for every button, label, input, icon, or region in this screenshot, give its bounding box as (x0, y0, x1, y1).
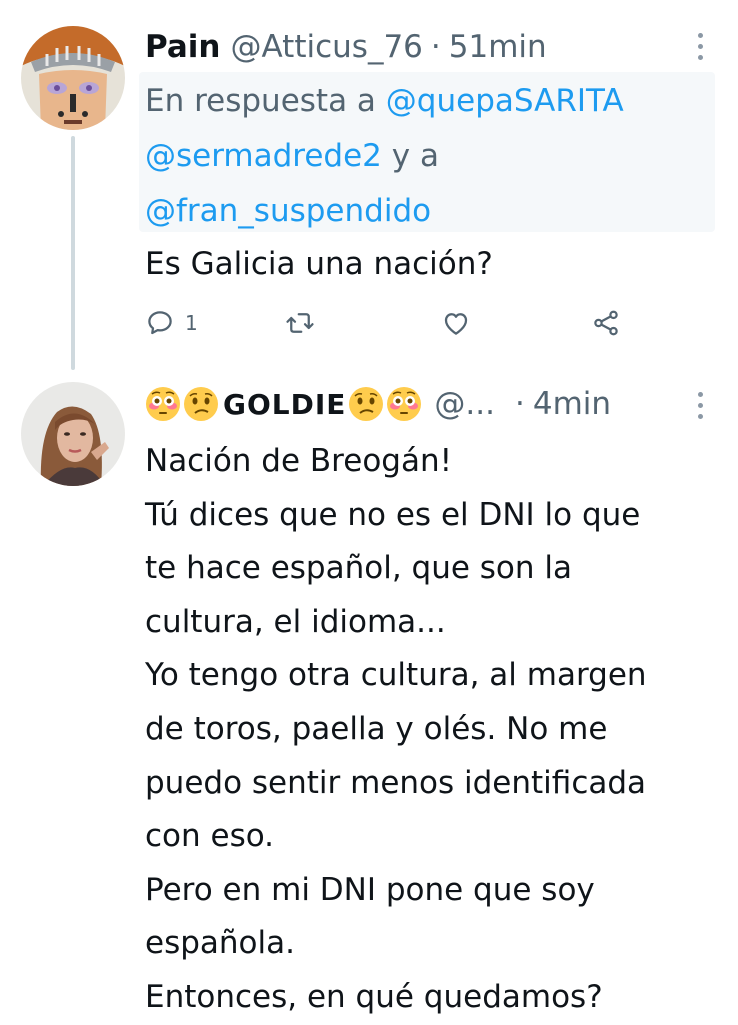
text-line: con eso. (145, 818, 275, 855)
like-icon (444, 313, 468, 335)
text-line: de toros, paella y olés. No me (145, 710, 608, 747)
flushed-face-icon (386, 386, 422, 422)
text-line: te hace español, que son la (145, 550, 573, 587)
mention-quepasarita[interactable]: @quepaSARITA (386, 83, 624, 119)
text-line: Tú dices que no es el DNI lo que (145, 496, 641, 533)
separator-dot: · (514, 386, 525, 422)
author-display-name: GOLDIE (223, 387, 347, 421)
author-handle[interactable]: @... (434, 386, 495, 422)
share-icon (594, 310, 618, 336)
reply-and: y a (391, 138, 439, 174)
reply-icon (148, 311, 172, 335)
tweet-pain[interactable]: Pain @Atticus_76 · 51min En respuesta a … (0, 0, 738, 370)
text-line: Yo tengo otra cultura, al margen (145, 657, 647, 694)
tweet-actions: 1 (145, 303, 625, 343)
tweet-header: GOLDIE @... · 4min (145, 384, 611, 424)
mention-sermadrede2[interactable]: @sermadrede2 (145, 138, 382, 174)
more-options-icon[interactable] (694, 392, 706, 419)
timestamp[interactable]: 4min (533, 386, 611, 422)
text-line: puedo sentir menos identificada (145, 764, 647, 801)
share-button[interactable] (591, 303, 621, 343)
mention-fran-suspendido[interactable]: @fran_suspendido (145, 193, 431, 229)
tweet-header: Pain @Atticus_76 · 51min (145, 27, 547, 67)
retweet-button[interactable] (285, 303, 315, 343)
confused-face-icon (183, 386, 219, 422)
tweet-goldie[interactable]: GOLDIE @... · 4min Nación de Breogán! Tú… (0, 370, 738, 1024)
text-line: Nación de Breogán! (145, 443, 453, 479)
reply-button[interactable]: 1 (145, 303, 198, 343)
reply-context: En respuesta a @quepaSARITA @sermadrede2… (145, 74, 725, 239)
author-handle[interactable]: @Atticus_76 (231, 29, 423, 65)
confused-face-icon (348, 386, 384, 422)
author-name[interactable]: Pain (145, 29, 221, 65)
timestamp[interactable]: 51min (449, 29, 547, 65)
reply-prefix: En respuesta a (145, 83, 376, 119)
avatar-goldie[interactable] (21, 382, 125, 486)
reply-count: 1 (185, 311, 198, 335)
separator-dot: · (430, 29, 441, 65)
text-line: española. (145, 925, 295, 962)
text-line: Entonces, en qué quedamos? (145, 978, 603, 1015)
avatar-pain[interactable] (21, 26, 125, 130)
tweet-text: Es Galicia una nación? (145, 246, 493, 282)
text-line: cultura, el idioma... (145, 603, 446, 640)
more-options-icon[interactable] (694, 33, 706, 60)
like-button[interactable] (441, 303, 471, 343)
text-line: Pero en mi DNI pone que soy (145, 871, 595, 908)
thread-connector-line (71, 136, 75, 370)
tweet-text: Nación de Breogán! Tú dices que no es el… (145, 435, 725, 1025)
retweet-icon (286, 313, 314, 333)
author-name[interactable]: GOLDIE (145, 386, 424, 422)
flushed-face-icon (145, 386, 181, 422)
